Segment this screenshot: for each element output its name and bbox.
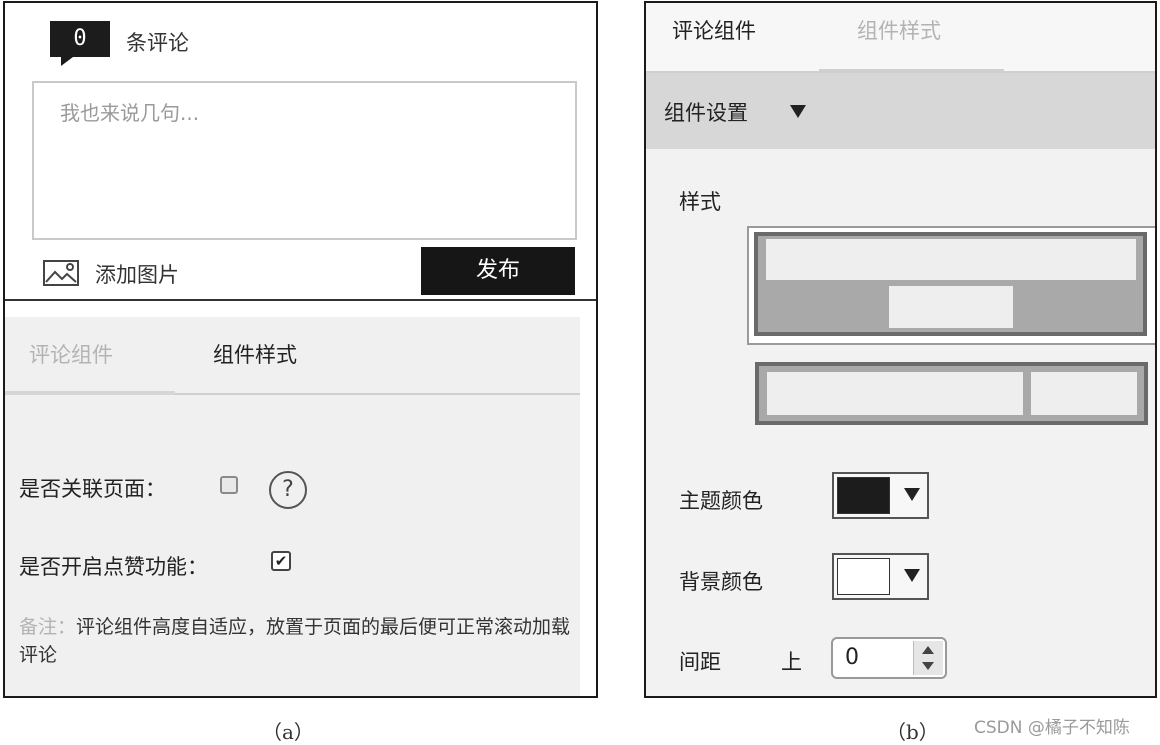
section-title: 组件设置	[664, 101, 748, 125]
style-preview-button	[1031, 372, 1137, 415]
dropdown-arrow-icon	[904, 488, 920, 501]
panel-b-style-settings: 评论组件 组件样式 组件设置 样式 主题颜色 背景颜色 间距 上 0	[644, 1, 1157, 698]
stepper-controls[interactable]	[913, 641, 943, 675]
caption-a: （a）	[262, 720, 314, 744]
spacing-top-label: 上	[781, 650, 802, 674]
bg-color-label: 背景颜色	[679, 570, 763, 594]
note-text: 备注：评论组件高度自适应，放置于页面的最后便可正常滚动加载评论	[19, 613, 579, 669]
comment-count-badge: 0	[50, 21, 110, 57]
image-icon[interactable]	[43, 260, 79, 286]
panel-a-comment-widget: 0 条评论 我也来说几句... 添加图片 发布 评论组件 组件样式 是否关联页面…	[3, 1, 598, 698]
tab-bar: 评论组件 组件样式	[5, 317, 580, 395]
add-image-link[interactable]: 添加图片	[95, 259, 179, 289]
theme-color-swatch	[837, 477, 890, 514]
watermark: CSDN @橘子不知陈	[974, 718, 1130, 738]
comment-placeholder: 我也来说几句...	[60, 101, 200, 125]
dropdown-arrow-icon	[790, 105, 806, 118]
spacing-top-stepper[interactable]: 0	[831, 637, 947, 679]
comment-bubble-tail-icon	[61, 57, 73, 66]
spacing-label: 间距	[679, 650, 721, 674]
link-page-checkbox[interactable]	[220, 476, 238, 494]
style-preview-button	[889, 286, 1013, 328]
tab-indicator	[5, 391, 175, 395]
tab-widget-style[interactable]: 组件样式	[213, 339, 297, 369]
publish-button[interactable]: 发布	[421, 247, 575, 295]
settings-panel-a: 评论组件 组件样式 是否关联页面： ? 是否开启点赞功能： ✔ 备注：评论组件高…	[5, 317, 580, 696]
section-header[interactable]: 组件设置	[646, 73, 1155, 149]
note-body: 评论组件高度自适应，放置于页面的最后便可正常滚动加载评论	[19, 616, 571, 666]
style-preview-input	[767, 372, 1023, 415]
like-feature-label: 是否开启点赞功能：	[19, 555, 208, 579]
comment-input[interactable]: 我也来说几句...	[32, 81, 577, 240]
tab-comment-widget[interactable]: 评论组件	[672, 15, 756, 45]
note-prefix: 备注：	[19, 616, 77, 638]
style-preview-input	[766, 239, 1136, 280]
theme-color-picker[interactable]	[832, 472, 929, 519]
decrement-icon[interactable]	[922, 662, 934, 670]
increment-icon[interactable]	[922, 646, 934, 654]
dropdown-arrow-icon	[904, 569, 920, 582]
bg-color-swatch	[837, 558, 890, 595]
bg-color-picker[interactable]	[832, 553, 929, 600]
spacing-top-value: 0	[845, 645, 859, 670]
link-page-label: 是否关联页面：	[19, 477, 166, 501]
like-feature-checkbox[interactable]: ✔	[271, 551, 291, 571]
style-label: 样式	[679, 190, 721, 214]
help-icon[interactable]: ?	[269, 471, 307, 509]
divider	[5, 299, 596, 301]
theme-color-label: 主题颜色	[679, 489, 763, 513]
comment-count-label: 条评论	[126, 31, 189, 55]
tab-widget-style[interactable]: 组件样式	[857, 15, 941, 45]
caption-b: （b）	[886, 720, 939, 744]
tab-bar: 评论组件 组件样式	[646, 3, 1155, 73]
tab-comment-widget[interactable]: 评论组件	[29, 339, 113, 369]
checkmark-icon: ✔	[274, 552, 288, 570]
